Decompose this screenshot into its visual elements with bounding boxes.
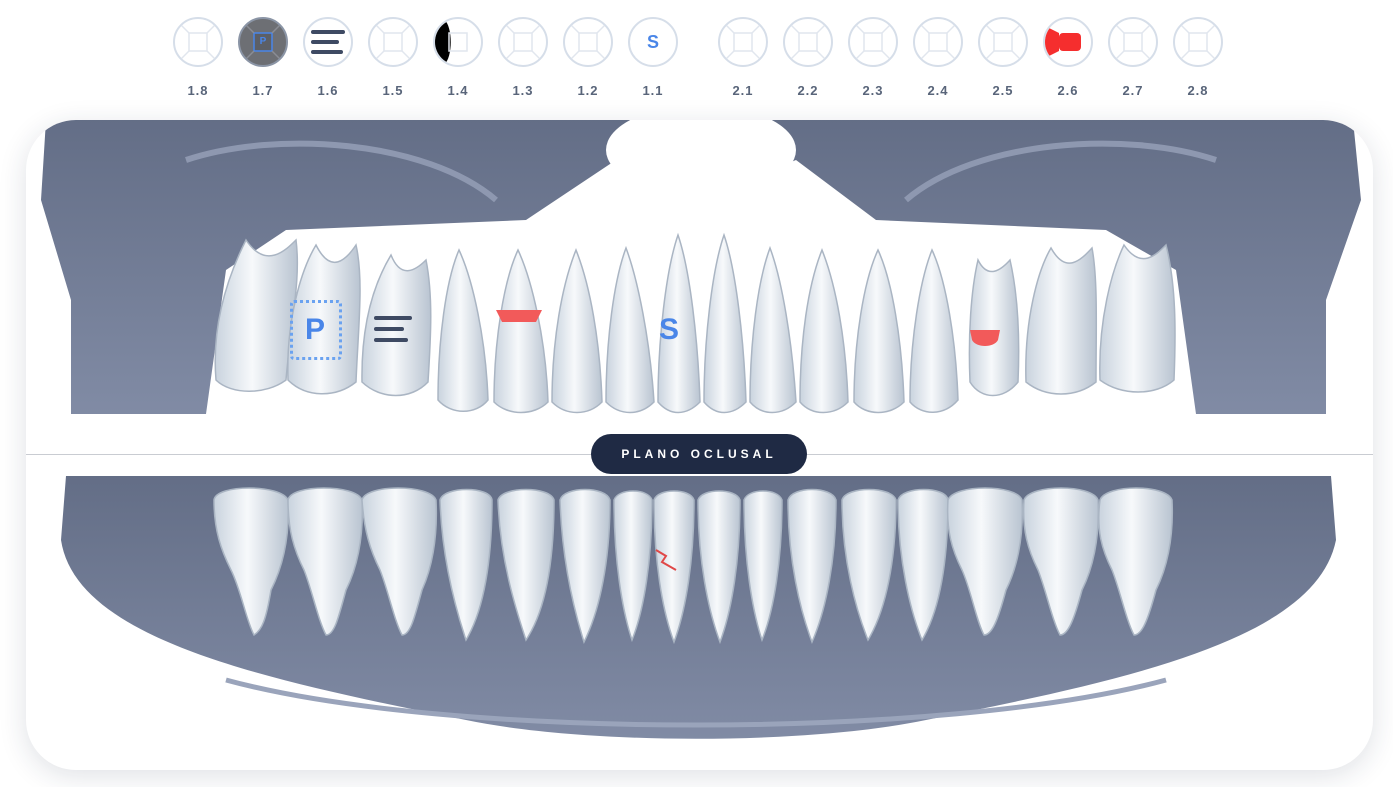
tooth-surface-icon: [1108, 17, 1158, 67]
tooth-surface-icon: [913, 17, 963, 67]
letter-p-icon: P: [259, 36, 267, 47]
tooth-number-label: 2.1: [732, 83, 754, 98]
tooth-surface-icon: [1043, 17, 1093, 67]
tooth-button-2-4[interactable]: 2.4: [912, 16, 968, 106]
tooth-surface-icon: [848, 17, 898, 67]
tooth-number-label: 2.7: [1122, 83, 1144, 98]
tooth-button-2-2[interactable]: 2.2: [782, 16, 838, 106]
red-filling-icon: [1045, 27, 1081, 57]
tooth-surface-icon: [303, 17, 353, 67]
tooth-button-1-1[interactable]: S 1.1: [627, 16, 683, 106]
tooth-surface-icon: [368, 17, 418, 67]
tooth-surface-icon: [783, 17, 833, 67]
tooth-button-1-5[interactable]: 1.5: [367, 16, 423, 106]
tooth-number-label: 1.4: [447, 83, 469, 98]
letter-s-marker: S: [658, 313, 679, 346]
tooth-surface-icon: P: [238, 17, 288, 67]
tooth-number-label: 2.4: [927, 83, 949, 98]
tooth-button-2-3[interactable]: 2.3: [847, 16, 903, 106]
tooth-number-label: 1.6: [317, 83, 339, 98]
tooth-surface-icon: [433, 17, 483, 67]
tooth-number-label: 2.8: [1187, 83, 1209, 98]
tooth-button-1-4[interactable]: 1.4: [432, 16, 488, 106]
tooth-surface-icon: [498, 17, 548, 67]
tooth-button-1-3[interactable]: 1.3: [497, 16, 553, 106]
dental-chart-panel: P S PLANO OCLUSAL: [26, 120, 1373, 770]
tooth-surface-icon: [1173, 17, 1223, 67]
tooth-surface-icon: [563, 17, 613, 67]
tooth-button-2-7[interactable]: 2.7: [1107, 16, 1163, 106]
tooth-surface-icon: S: [628, 17, 678, 67]
red-bar-marker-icon: [496, 310, 544, 329]
tooth-number-label: 1.1: [642, 83, 664, 98]
tooth-number-label: 1.8: [187, 83, 209, 98]
tooth-button-2-1[interactable]: 2.1: [717, 16, 773, 106]
red-filling-marker-icon: [968, 328, 1002, 355]
tooth-selector-row: 1.8 P 1.7 1.6 1.5 1.4 1.3 1.2 S 1.1 2.1 …: [0, 16, 1393, 106]
upper-teeth: [214, 232, 1176, 414]
tooth-button-1-7[interactable]: P 1.7: [237, 16, 293, 106]
tooth-number-label: 1.5: [382, 83, 404, 98]
tooth-number-label: 2.3: [862, 83, 884, 98]
tooth-button-2-5[interactable]: 2.5: [977, 16, 1033, 106]
tooth-number-label: 2.2: [797, 83, 819, 98]
tooth-number-label: 1.2: [577, 83, 599, 98]
tooth-number-label: 2.5: [992, 83, 1014, 98]
lines-marker-icon: [374, 316, 414, 351]
tooth-number-label: 1.7: [252, 83, 274, 98]
lines-icon: [311, 30, 345, 54]
occlusal-plane-button[interactable]: PLANO OCLUSAL: [591, 434, 807, 474]
tooth-surface-icon: [718, 17, 768, 67]
tooth-number-label: 2.6: [1057, 83, 1079, 98]
tooth-button-1-2[interactable]: 1.2: [562, 16, 618, 106]
letter-p-marker: P: [304, 313, 325, 346]
tooth-button-2-8[interactable]: 2.8: [1172, 16, 1228, 106]
tooth-button-2-6[interactable]: 2.6: [1042, 16, 1098, 106]
tooth-button-1-8[interactable]: 1.8: [172, 16, 228, 106]
tooth-surface-icon: [173, 17, 223, 67]
tooth-number-label: 1.3: [512, 83, 534, 98]
half-black-icon: [435, 19, 468, 65]
tooth-surface-icon: [978, 17, 1028, 67]
tooth-button-1-6[interactable]: 1.6: [302, 16, 358, 106]
letter-s-icon: S: [646, 32, 659, 52]
